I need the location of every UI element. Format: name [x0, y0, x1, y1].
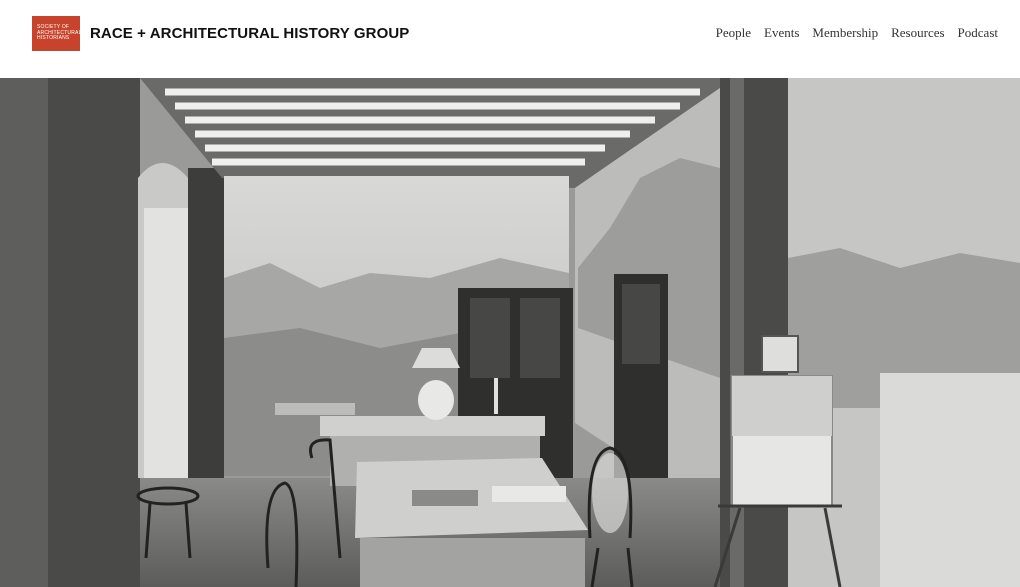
site-header: SOCIETY OF ARCHITECTURAL HISTORIANS RACE…: [0, 0, 1020, 78]
nav-link-membership[interactable]: Membership: [812, 25, 878, 41]
site-title[interactable]: RACE + ARCHITECTURAL HISTORY GROUP: [90, 25, 409, 42]
hero-image: [0, 78, 1020, 587]
nav-link-events[interactable]: Events: [764, 25, 799, 41]
historic-interior-photo: [0, 78, 1020, 587]
logo-text: SOCIETY OF ARCHITECTURAL HISTORIANS: [37, 24, 82, 42]
main-nav: People Events Membership Resources Podca…: [716, 25, 998, 41]
nav-link-people[interactable]: People: [716, 25, 751, 41]
sah-logo[interactable]: SOCIETY OF ARCHITECTURAL HISTORIANS: [32, 16, 82, 51]
nav-link-resources[interactable]: Resources: [891, 25, 944, 41]
nav-link-podcast[interactable]: Podcast: [958, 25, 998, 41]
